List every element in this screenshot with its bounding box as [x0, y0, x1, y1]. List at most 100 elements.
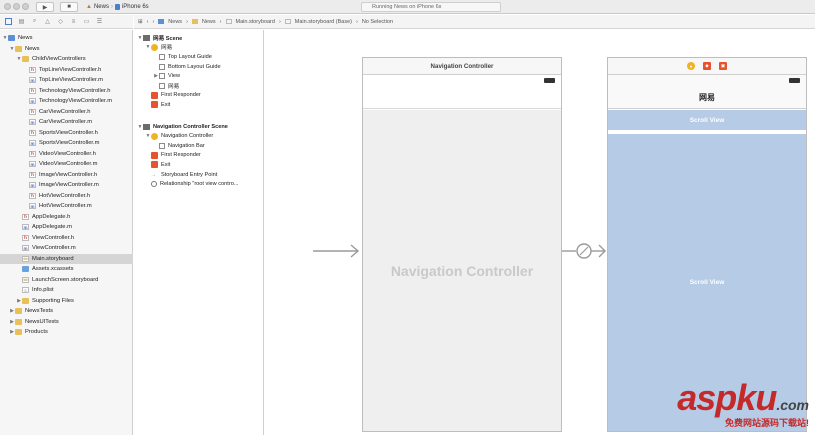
- navigator-item[interactable]: m SportsViewController.m: [0, 138, 133, 149]
- navigator-item[interactable]: Assets.xcassets: [0, 264, 133, 275]
- navigator-item[interactable]: ▼ News: [0, 44, 133, 55]
- navigator-item[interactable]: h TechnologyViewController.h: [0, 86, 133, 97]
- view-controller-icon[interactable]: ●: [687, 62, 695, 70]
- navigator-item[interactable]: m ViewController.m: [0, 243, 133, 254]
- breakpoint-icon[interactable]: ▭: [83, 18, 90, 25]
- outline-item[interactable]: ▼ 网易 Scene: [134, 33, 263, 43]
- forward-icon[interactable]: ›: [152, 19, 154, 25]
- navigator-item[interactable]: m CarViewController.m: [0, 117, 133, 128]
- storyboard-file-icon: [284, 19, 291, 24]
- navigator-item[interactable]: ▶ NewsTests: [0, 306, 133, 317]
- outline-item[interactable]: First Responder: [134, 91, 263, 101]
- navigator-item[interactable]: h ImageViewController.h: [0, 170, 133, 181]
- navigator-tabs: ▤ ⌕ △ ◇ ≡ ▭ ☰: [0, 15, 133, 29]
- first-responder-icon[interactable]: ◆: [703, 62, 711, 70]
- navigation-title: 网易: [699, 93, 715, 102]
- navigator-item[interactable]: h ViewController.h: [0, 233, 133, 244]
- view-controller-scene[interactable]: ● ◆ ▣ 网易 Scroll View Scroll View: [607, 57, 807, 432]
- storyboard-canvas[interactable]: Navigation Controller Navigation Control…: [265, 30, 815, 435]
- navigator-item[interactable]: m AppDelegate.m: [0, 222, 133, 233]
- exit-icon[interactable]: ▣: [719, 62, 727, 70]
- navigator-item[interactable]: ▼ News: [0, 33, 133, 44]
- outline-item[interactable]: First Responder: [134, 151, 263, 161]
- navigator-item[interactable]: ▶ NewsUITests: [0, 317, 133, 328]
- navigator-item[interactable]: ≡ Info.plist: [0, 285, 133, 296]
- stop-button[interactable]: ■: [60, 2, 78, 12]
- minimize-window-button[interactable]: [13, 3, 20, 10]
- debug-icon[interactable]: ≡: [70, 18, 77, 25]
- header-file-icon: h: [22, 234, 29, 241]
- project-icon: [8, 35, 15, 42]
- source-file-icon: m: [22, 224, 29, 231]
- outline-item[interactable]: ▼ Navigation Controller Scene: [134, 122, 263, 132]
- navigator-item-label: NewsTests: [25, 308, 54, 315]
- breadcrumb-folder[interactable]: News: [202, 19, 216, 25]
- relationship-icon: [151, 181, 157, 188]
- outline-item[interactable]: ▼ 网易: [134, 43, 263, 53]
- view-object-icon: [159, 142, 165, 149]
- navigator-item[interactable]: h HotViewController.h: [0, 191, 133, 202]
- navigator-item[interactable]: m HotViewController.m: [0, 201, 133, 212]
- report-icon[interactable]: ☰: [96, 18, 103, 25]
- outline-item[interactable]: Bottom Layout Guide: [134, 62, 263, 72]
- close-window-button[interactable]: [4, 3, 11, 10]
- battery-icon: [789, 78, 800, 83]
- outline-item[interactable]: 网易: [134, 81, 263, 91]
- chevron-right-icon: ›: [278, 18, 281, 25]
- navigator-item[interactable]: h AppDelegate.h: [0, 212, 133, 223]
- storyboard-entry-arrow[interactable]: [313, 244, 361, 258]
- warning-icon[interactable]: △: [44, 18, 51, 25]
- navigator-item[interactable]: h VideoViewController.h: [0, 149, 133, 160]
- folder-icon: [22, 297, 29, 304]
- navigator-item-label: LaunchScreen.storyboard: [32, 276, 99, 283]
- run-button[interactable]: ▶: [36, 2, 54, 12]
- relationship-segue[interactable]: [562, 239, 607, 263]
- outline-item-label: Relationship "root view contro...: [160, 181, 239, 188]
- navigator-item[interactable]: h SportsViewController.h: [0, 128, 133, 139]
- test-icon[interactable]: ◇: [57, 18, 64, 25]
- navigator-item[interactable]: m TopLineViewController.m: [0, 75, 133, 86]
- outline-item[interactable]: Navigation Bar: [134, 141, 263, 151]
- navigation-bar[interactable]: 网易: [608, 75, 806, 109]
- source-control-icon[interactable]: ▤: [18, 18, 25, 25]
- breadcrumb-localization[interactable]: Main.storyboard (Base): [295, 19, 352, 25]
- outline-item[interactable]: → Storyboard Entry Point: [134, 170, 263, 180]
- navigator-item[interactable]: h TopLineViewController.h: [0, 65, 133, 76]
- outline-item[interactable]: ▶ View: [134, 71, 263, 81]
- navigator-item[interactable]: ▼ ChildViewControllers: [0, 54, 133, 65]
- watermark-tld: .com: [776, 397, 809, 413]
- outline-item[interactable]: Relationship "root view contro...: [134, 179, 263, 189]
- outline-item[interactable]: Exit: [134, 160, 263, 170]
- breadcrumb-project[interactable]: News: [168, 19, 182, 25]
- navigator-item[interactable]: ▭ LaunchScreen.storyboard: [0, 275, 133, 286]
- navigator-item[interactable]: ▶ Products: [0, 327, 133, 338]
- title-scroll-view[interactable]: Scroll View: [608, 110, 806, 132]
- navigator-item[interactable]: ▭ Main.storyboard: [0, 253, 133, 264]
- navigator-item[interactable]: ▶ Supporting Files: [0, 296, 133, 307]
- navigator-item[interactable]: m TechnologyViewController.m: [0, 96, 133, 107]
- breadcrumb-selection[interactable]: No Selection: [362, 19, 393, 25]
- zoom-window-button[interactable]: [22, 3, 29, 10]
- navigator-item[interactable]: m VideoViewController.m: [0, 159, 133, 170]
- search-icon[interactable]: ⌕: [31, 18, 38, 25]
- outline-item[interactable]: Exit: [134, 100, 263, 110]
- jump-bar: ⊞ ‹ › News › News › Main.storyboard › Ma…: [134, 15, 815, 29]
- header-file-icon: h: [29, 87, 36, 94]
- scheme-selector[interactable]: ▲ News › iPhone 6s: [86, 2, 149, 12]
- view-object-icon: [159, 73, 165, 80]
- header-file-icon: h: [29, 66, 36, 73]
- related-items-icon[interactable]: ⊞: [138, 19, 143, 25]
- breadcrumb-file[interactable]: Main.storyboard: [236, 19, 275, 25]
- outline-item[interactable]: ▼ Navigation Controller: [134, 131, 263, 141]
- back-icon[interactable]: ‹: [147, 19, 149, 25]
- folder-icon[interactable]: [5, 18, 12, 25]
- header-file-icon: h: [29, 192, 36, 199]
- navigator-item-label: NewsUITests: [25, 318, 59, 325]
- outline-item-label: Top Layout Guide: [168, 53, 212, 60]
- navigator-item[interactable]: h CarViewController.h: [0, 107, 133, 118]
- navigator-item[interactable]: m ImageViewController.m: [0, 180, 133, 191]
- navigator-item-label: News: [18, 35, 33, 42]
- navigator-item-label: CarViewController.m: [39, 119, 93, 126]
- navigation-controller-scene[interactable]: Navigation Controller Navigation Control…: [362, 57, 562, 432]
- outline-item[interactable]: Top Layout Guide: [134, 52, 263, 62]
